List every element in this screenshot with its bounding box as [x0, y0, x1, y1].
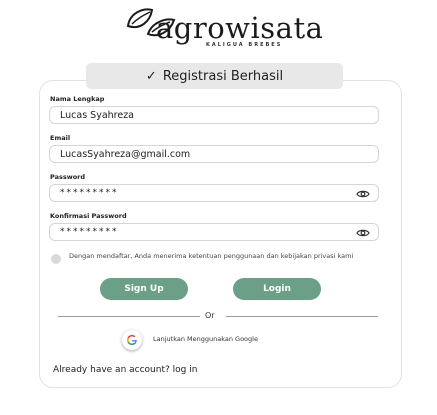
terms-text: Dengan mendaftar, Anda menerima ketentua…: [69, 252, 354, 260]
email-field[interactable]: LucasSyahreza@gmail.com: [49, 145, 379, 163]
confirm-password-value: *********: [60, 227, 119, 237]
google-label[interactable]: Lanjutkan Menggunakan Google: [153, 335, 258, 343]
google-icon: [127, 335, 137, 345]
logo-wordmark: agrowisata: [156, 11, 324, 45]
login-button[interactable]: Login: [233, 278, 321, 300]
terms-checkbox[interactable]: [51, 254, 61, 264]
password-field[interactable]: *********: [49, 184, 379, 202]
toast-message: Registrasi Berhasil: [162, 68, 284, 84]
email-value: LucasSyahreza@gmail.com: [60, 148, 191, 160]
password-label: Password: [50, 173, 86, 181]
logo-subtitle: KALIGUA BREBES: [206, 42, 283, 48]
eye-icon[interactable]: [356, 228, 370, 238]
check-icon: ✓: [145, 68, 157, 84]
login-link[interactable]: Already have an account? log in: [53, 365, 197, 375]
name-label: Nama Lengkap: [50, 95, 105, 103]
agrowisata-logo: agrowisata KALIGUA BREBES: [122, 4, 324, 48]
name-field[interactable]: Lucas Syahreza: [49, 106, 379, 124]
google-button[interactable]: [122, 330, 142, 350]
divider-left: [58, 316, 200, 317]
or-label: Or: [205, 311, 215, 320]
success-toast: ✓ Registrasi Berhasil: [86, 63, 343, 89]
eye-icon[interactable]: [356, 189, 370, 199]
divider-right: [226, 316, 378, 317]
password-value: *********: [60, 188, 119, 198]
confirm-password-field[interactable]: *********: [49, 223, 379, 241]
email-label: Email: [50, 134, 71, 142]
confirm-password-label: Konfirmasi Password: [50, 212, 127, 220]
name-value: Lucas Syahreza: [60, 109, 135, 121]
sign-up-button[interactable]: Sign Up: [100, 278, 188, 300]
